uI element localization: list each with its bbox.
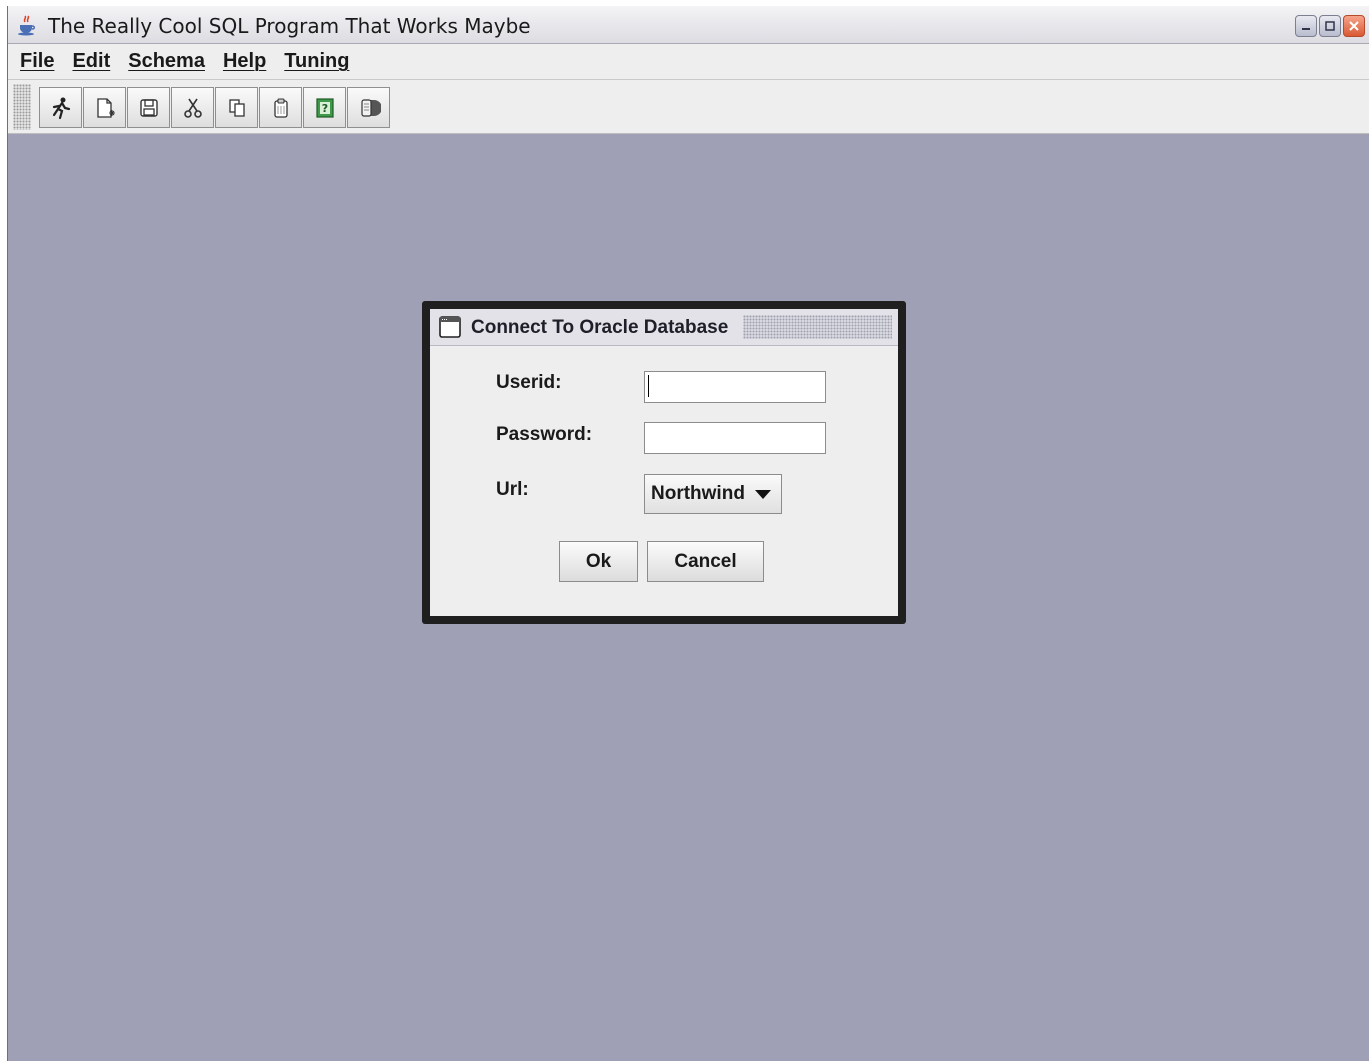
java-cup-icon [18,15,35,36]
menu-file[interactable]: File [20,50,54,73]
dialog-title: Connect To Oracle Database [471,317,729,338]
url-selected-value: Northwind [651,483,745,504]
userid-label: Userid: [496,372,562,393]
dialog-title-grip [743,315,892,339]
new-document-icon [96,97,115,118]
save-button[interactable] [127,87,170,128]
svg-text:?: ? [321,102,327,115]
dialog-title-bar[interactable]: Connect To Oracle Database [430,309,898,346]
connect-dialog: Connect To Oracle Database Userid: Passw… [422,301,906,624]
window-icon [439,316,461,338]
save-icon [139,98,158,117]
maximize-icon [1325,21,1335,31]
close-button[interactable] [1343,15,1365,37]
chevron-down-icon [755,490,771,499]
title-bar[interactable]: The Really Cool SQL Program That Works M… [8,6,1369,44]
copy-button[interactable] [215,87,258,128]
toolbar-drag-handle[interactable] [13,84,31,130]
ok-button[interactable]: Ok [559,541,638,582]
paste-button[interactable] [259,87,302,128]
url-dropdown[interactable]: Northwind [644,474,782,514]
menu-bar: File Edit Schema Help Tuning [8,44,1369,80]
database-button[interactable] [347,87,390,128]
userid-input[interactable] [644,371,826,403]
cut-icon [183,98,202,118]
help-button[interactable]: ? [303,87,346,128]
minimize-button[interactable] [1295,15,1317,37]
menu-tuning[interactable]: Tuning [284,50,349,73]
paste-icon [273,97,288,118]
close-icon [1349,21,1359,31]
maximize-button[interactable] [1319,15,1341,37]
password-label: Password: [496,424,593,445]
toolbar: ? [8,80,1369,134]
menu-help[interactable]: Help [223,50,266,73]
menu-schema[interactable]: Schema [128,50,205,73]
copy-icon [228,98,245,117]
url-label: Url: [496,479,529,500]
help-icon: ? [315,97,334,118]
text-caret [648,375,649,397]
cut-button[interactable] [171,87,214,128]
password-input[interactable] [644,422,826,454]
window-title: The Really Cool SQL Program That Works M… [48,14,531,38]
menu-edit[interactable]: Edit [72,50,110,73]
run-button[interactable] [39,87,82,128]
cancel-button[interactable]: Cancel [647,541,764,582]
run-icon [52,97,70,119]
main-window: The Really Cool SQL Program That Works M… [7,6,1369,1061]
minimize-icon [1302,28,1310,30]
database-icon [360,98,381,117]
new-document-button[interactable] [83,87,126,128]
